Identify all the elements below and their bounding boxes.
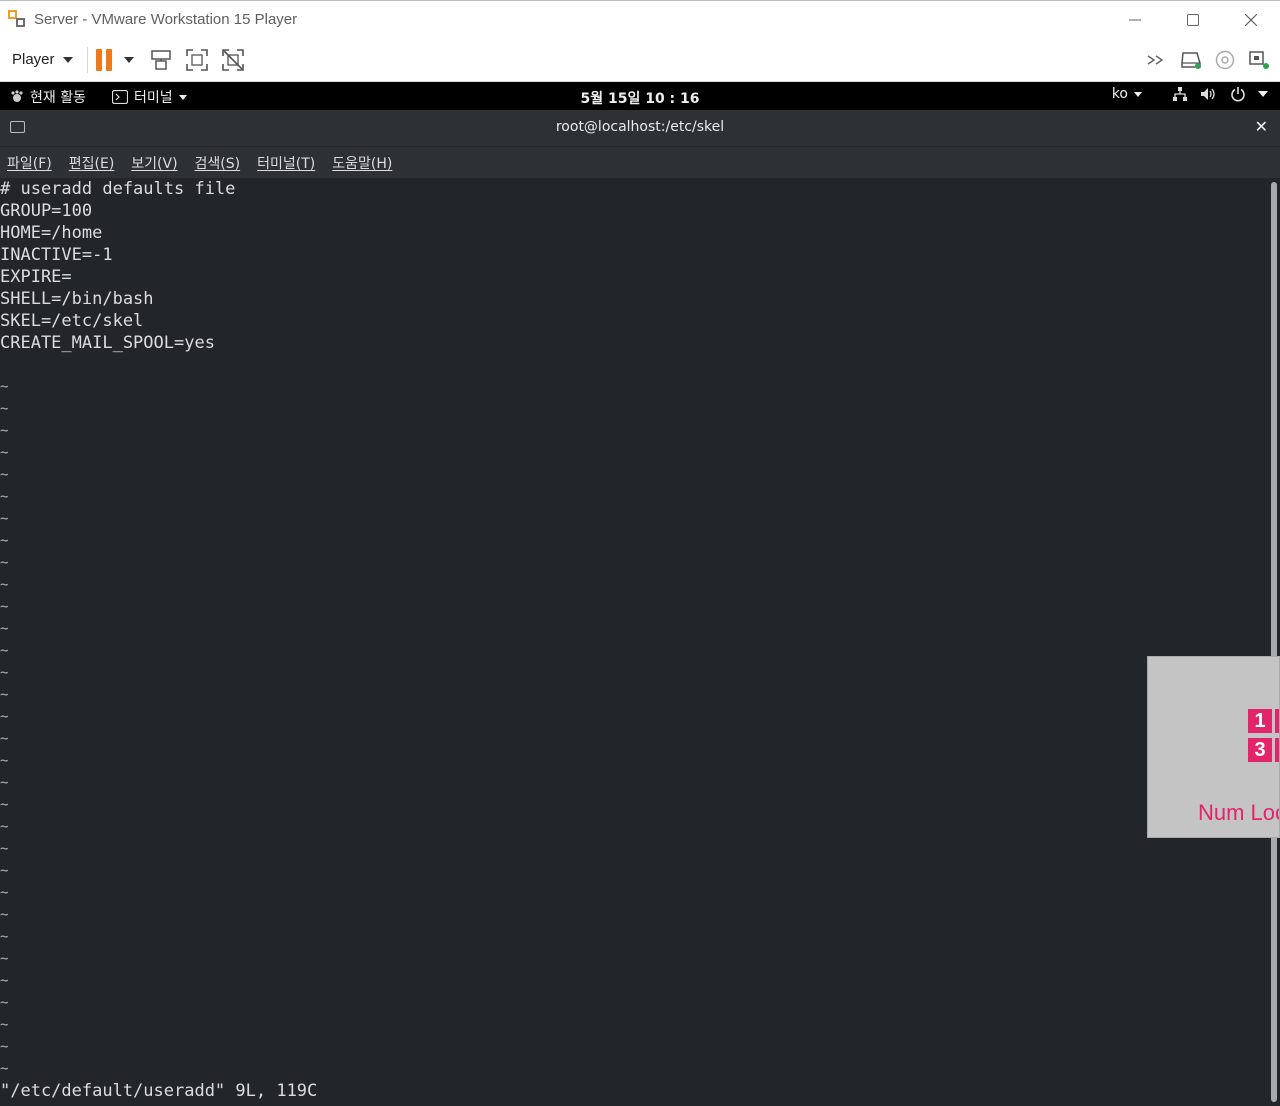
vim-tilde-line: ~ bbox=[0, 423, 9, 439]
player-menu-label: Player bbox=[12, 51, 55, 68]
keypad-key-icon bbox=[1275, 738, 1279, 762]
close-icon bbox=[1245, 14, 1257, 26]
cd-dvd-icon[interactable] bbox=[1212, 47, 1238, 73]
menu-view[interactable]: 보기(V) bbox=[131, 153, 177, 173]
file-line: SHELL=/bin/bash bbox=[0, 289, 154, 309]
network-adapter-icon[interactable] bbox=[1246, 47, 1272, 73]
chevron-down-icon bbox=[62, 56, 73, 63]
vim-tilde-line: ~ bbox=[0, 379, 9, 395]
terminal-title: root@localhost:/etc/skel bbox=[555, 119, 725, 135]
num-lock-osd: 1 3 Num Lock bbox=[1147, 656, 1280, 838]
vim-tilde-line: ~ bbox=[0, 709, 9, 725]
pause-dropdown-button[interactable] bbox=[122, 47, 136, 73]
file-line: EXPIRE= bbox=[0, 267, 72, 287]
volume-icon[interactable] bbox=[1200, 86, 1218, 102]
vim-tilde-line: ~ bbox=[0, 775, 9, 791]
keypad-key-1: 1 bbox=[1248, 709, 1272, 733]
vim-tilde-line: ~ bbox=[0, 885, 9, 901]
file-line: INACTIVE=-1 bbox=[0, 245, 113, 265]
vim-tilde-line: ~ bbox=[0, 643, 9, 659]
vim-tilde-line: ~ bbox=[0, 401, 9, 417]
power-icon[interactable] bbox=[1230, 86, 1246, 102]
window-titlebar: Server - VMware Workstation 15 Player bbox=[0, 0, 1280, 38]
window-title: Server - VMware Workstation 15 Player bbox=[34, 11, 298, 28]
player-menu-button[interactable]: Player bbox=[12, 51, 73, 68]
fullscreen-icon[interactable] bbox=[184, 47, 210, 73]
file-content: # useradd defaults file GROUP=100 HOME=/… bbox=[0, 178, 1268, 376]
system-menu-chevron-icon[interactable] bbox=[1258, 91, 1268, 97]
gnome-top-bar: 현재 활동 터미널 5월 15일 10 : 16 ko bbox=[0, 82, 1280, 110]
vim-tilde-line: ~ bbox=[0, 973, 9, 989]
system-tray: ko bbox=[1112, 86, 1268, 102]
file-line: GROUP=100 bbox=[0, 201, 93, 221]
vim-tilde-line: ~ bbox=[0, 1017, 9, 1033]
file-line: # useradd defaults file bbox=[0, 179, 236, 199]
terminal-headerbar: root@localhost:/etc/skel ✕ bbox=[0, 110, 1280, 146]
terminal-scrollbar[interactable] bbox=[1268, 178, 1280, 1106]
file-line: HOME=/home bbox=[0, 223, 103, 243]
vim-tilde-line: ~ bbox=[0, 665, 9, 681]
vim-tilde-line: ~ bbox=[0, 995, 9, 1011]
maximize-button[interactable] bbox=[1164, 1, 1222, 39]
file-line bbox=[0, 354, 1268, 376]
minimize-icon bbox=[1129, 19, 1141, 21]
vim-tilde-line: ~ bbox=[0, 445, 9, 461]
vim-tilde-line: ~ bbox=[0, 687, 9, 703]
file-line: CREATE_MAIL_SPOOL=yes bbox=[0, 333, 215, 353]
vim-tilde-line: ~ bbox=[0, 577, 9, 593]
menu-edit[interactable]: 편집(E) bbox=[69, 153, 115, 173]
vim-empty-lines: ~ ~ ~ ~ ~ ~ ~ ~ ~ ~ ~ ~ ~ ~ ~ ~ ~ ~ ~ ~ ~ ~ ~ ~ ~ ~ ~ ~ ~ ~ ~ ~ bbox=[0, 376, 1268, 1080]
vim-tilde-line: ~ bbox=[0, 467, 9, 483]
vim-tilde-line: ~ bbox=[0, 621, 9, 637]
menu-search[interactable]: 검색(S) bbox=[195, 153, 241, 173]
unity-mode-icon[interactable] bbox=[220, 47, 246, 73]
network-icon[interactable] bbox=[1172, 86, 1188, 102]
vim-tilde-line: ~ bbox=[0, 555, 9, 571]
vim-tilde-line: ~ bbox=[0, 1061, 9, 1077]
clock[interactable]: 5월 15일 10 : 16 bbox=[0, 88, 1280, 108]
vim-tilde-line: ~ bbox=[0, 797, 9, 813]
toolbar-divider bbox=[86, 46, 88, 73]
vim-tilde-line: ~ bbox=[0, 841, 9, 857]
more-devices-icon[interactable] bbox=[1144, 47, 1170, 73]
vmware-logo-icon bbox=[8, 9, 30, 30]
terminal-close-button[interactable]: ✕ bbox=[1255, 117, 1268, 136]
hard-disk-icon[interactable] bbox=[1178, 47, 1204, 73]
menu-help[interactable]: 도움말(H) bbox=[332, 153, 392, 173]
terminal-menubar: 파일(F) 편집(E) 보기(V) 검색(S) 터미널(T) 도움말(H) bbox=[0, 146, 1280, 178]
keypad-key-icon bbox=[1275, 709, 1279, 733]
menu-terminal[interactable]: 터미널(T) bbox=[257, 153, 315, 173]
vim-tilde-line: ~ bbox=[0, 1039, 9, 1055]
vmware-toolbar: Player bbox=[0, 38, 1280, 82]
num-lock-label: Num Lock bbox=[1198, 800, 1279, 825]
file-line: SKEL=/etc/skel bbox=[0, 311, 144, 331]
maximize-icon bbox=[1187, 14, 1199, 26]
scrollbar-thumb[interactable] bbox=[1271, 182, 1277, 1102]
input-method-button[interactable]: ko bbox=[1112, 86, 1142, 102]
terminal-content[interactable]: # useradd defaults file GROUP=100 HOME=/… bbox=[0, 178, 1268, 1106]
vim-tilde-line: ~ bbox=[0, 863, 9, 879]
vim-tilde-line: ~ bbox=[0, 819, 9, 835]
send-ctrl-alt-del-icon[interactable] bbox=[148, 47, 174, 73]
vim-tilde-line: ~ bbox=[0, 929, 9, 945]
vim-tilde-line: ~ bbox=[0, 951, 9, 967]
vim-tilde-line: ~ bbox=[0, 907, 9, 923]
vim-status-line: "/etc/default/useradd" 9L, 119C bbox=[0, 1081, 318, 1101]
input-method-label: ko bbox=[1111, 86, 1128, 102]
pause-icon[interactable] bbox=[95, 48, 116, 71]
menu-file[interactable]: 파일(F) bbox=[7, 153, 52, 173]
minimize-button[interactable] bbox=[1106, 1, 1164, 39]
vim-tilde-line: ~ bbox=[0, 489, 9, 505]
vim-tilde-line: ~ bbox=[0, 511, 9, 527]
vim-tilde-line: ~ bbox=[0, 731, 9, 747]
keypad-key-3: 3 bbox=[1248, 738, 1272, 762]
vim-tilde-line: ~ bbox=[0, 753, 9, 769]
chevron-down-icon bbox=[1134, 91, 1142, 97]
vim-tilde-line: ~ bbox=[0, 599, 9, 615]
vim-tilde-line: ~ bbox=[0, 533, 9, 549]
close-window-button[interactable] bbox=[1222, 1, 1280, 39]
